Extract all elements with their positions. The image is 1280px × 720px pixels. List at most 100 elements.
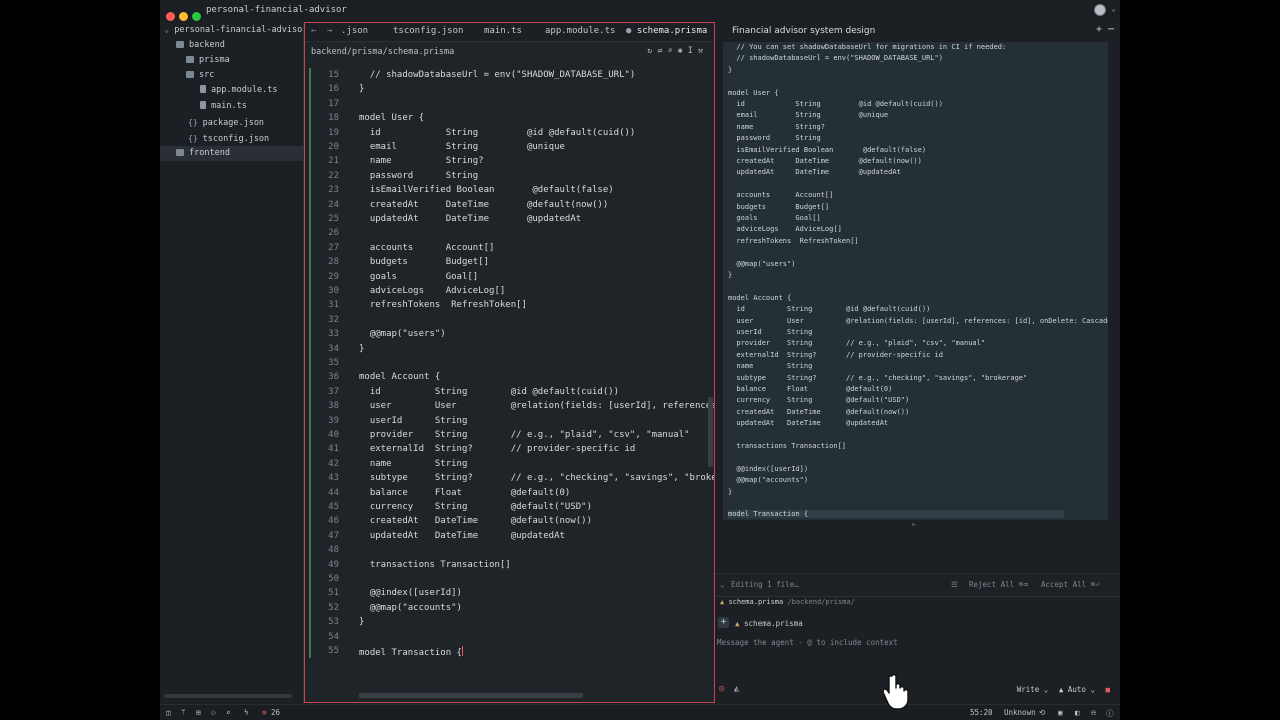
line-number: 16 — [328, 84, 339, 95]
chevron-down-icon[interactable]: ⌄ — [720, 580, 725, 589]
code-line: // shadowDatabaseUrl = env("SHADOW_DATAB… — [359, 70, 636, 80]
code-preview[interactable]: // You can set shadowDatabaseUrl for mig… — [723, 42, 1108, 520]
collapse-up-icon[interactable]: ⌃ — [911, 522, 916, 531]
new-chat-icon[interactable]: + — [1096, 24, 1102, 35]
tab-schema-prisma[interactable]: ● schema.prisma — [626, 26, 707, 36]
folder-icon — [186, 71, 194, 78]
edited-file[interactable]: ▲ schema.prisma /backend/prisma/ — [720, 598, 855, 606]
settings-icon[interactable]: ✱ — [678, 46, 688, 56]
code-line: refreshTokens RefreshToken[] — [359, 300, 527, 311]
back-arrow-icon[interactable]: ← — [311, 26, 316, 36]
account-icon[interactable] — [1094, 4, 1106, 16]
preview-line: transactions Transaction[] — [728, 442, 847, 450]
line-number: 15 — [328, 70, 339, 80]
split-icon[interactable]: ⇌ — [657, 46, 667, 56]
reject-all-button[interactable]: Reject All ⌘⌫ — [969, 580, 1028, 589]
refresh-icon[interactable]: ↻ — [647, 46, 657, 56]
editor-vertical-scrollbar[interactable] — [708, 397, 713, 467]
tree-item-frontend[interactable]: frontend — [160, 146, 303, 161]
help-icon[interactable]: ⓘ — [1106, 708, 1114, 719]
chevron-down-icon[interactable]: ⌄ — [1111, 4, 1116, 13]
preview-line: model User { — [728, 88, 779, 97]
maximize-window-button[interactable] — [192, 12, 201, 21]
cursor-position[interactable]: 55:20 — [970, 708, 993, 717]
line-number: 52 — [328, 602, 339, 613]
add-context-button[interactable]: + — [718, 617, 729, 628]
bell-icon[interactable]: ⍾ — [1091, 708, 1096, 718]
code-line: isEmailVerified Boolean @default(false) — [359, 185, 614, 196]
problems-indicator[interactable]: ⊗ 26 — [262, 708, 280, 717]
line-number: 37 — [328, 386, 339, 397]
forward-arrow-icon[interactable]: → — [327, 26, 332, 36]
code-line: } — [359, 84, 365, 95]
list-icon[interactable]: ☰ — [951, 580, 958, 589]
people-icon[interactable]: ⚇ — [211, 708, 216, 717]
code-line: user User @relation(fields: [userId], re… — [369, 401, 714, 412]
json-file-icon: {} — [188, 118, 198, 127]
tree-item-package-json[interactable]: {} package.json — [160, 115, 303, 130]
accept-all-button[interactable]: Accept All ⌘⏎ — [1041, 580, 1100, 589]
stop-button[interactable]: ■ — [1105, 685, 1110, 694]
code-line: currency String @default("USD") — [359, 502, 592, 512]
minimize-window-button[interactable] — [179, 12, 188, 21]
line-number: 33 — [328, 329, 339, 340]
folder-icon — [176, 149, 184, 156]
preview-line: name String — [728, 362, 813, 371]
close-window-button[interactable] — [166, 12, 175, 21]
tree-label: frontend — [189, 148, 230, 158]
search-icon[interactable]: ⌕ — [668, 46, 678, 56]
folder-icon — [176, 41, 184, 48]
code-line: @@map("users") — [359, 329, 446, 340]
extensions-icon[interactable]: ⊞ — [196, 708, 201, 717]
window-title: personal-financial-advisor — [206, 5, 347, 15]
sync-icon[interactable]: ⟲ — [1039, 708, 1045, 717]
message-input[interactable] — [717, 635, 1107, 649]
line-number: 28 — [328, 257, 339, 268]
code-line: updatedAt DateTime @updatedAt — [359, 214, 582, 224]
tab-tsconfig-json[interactable]: tsconfig.json — [393, 26, 463, 36]
panel-toggle-icon[interactable]: ◫ — [166, 708, 171, 717]
split-view-icon[interactable]: ◧ — [1075, 708, 1080, 717]
tree-item-backend[interactable]: backend — [160, 38, 303, 53]
preview-line: isEmailVerified Boolean @default(false) — [728, 145, 927, 154]
tree-item-src[interactable]: src — [160, 68, 303, 83]
line-number: 20 — [328, 142, 339, 152]
code-editor: ← → .json tsconfig.json main.ts app.modu… — [304, 22, 715, 703]
tree-item-app-module[interactable]: app.module.ts — [160, 83, 303, 98]
tab-json[interactable]: .json — [341, 26, 368, 36]
tab-main-ts[interactable]: main.ts — [484, 26, 522, 36]
preview-line: id String @id @default(cuid()) — [728, 100, 943, 108]
line-number: 19 — [328, 127, 339, 138]
tree-label: main.ts — [211, 101, 247, 111]
text-cursor-icon[interactable]: I — [688, 46, 698, 56]
mode-label: Write — [1016, 685, 1040, 694]
layout-icon[interactable]: ▣ — [1058, 708, 1063, 717]
image-icon[interactable]: ◭ — [734, 684, 739, 694]
more-options-icon[interactable]: ⋯ — [1108, 24, 1114, 35]
tab-label: schema.prisma — [636, 26, 708, 36]
preview-line: // shadowDatabaseUrl = env("SHADOW_DATAB… — [728, 54, 943, 63]
stop-icon[interactable]: ◎ — [719, 684, 724, 694]
git-branch-icon[interactable]: ᛘ — [181, 708, 186, 717]
prisma-file-icon: ● — [626, 26, 637, 36]
context-chip[interactable]: ▲ schema.prisma — [735, 619, 803, 628]
encoding[interactable]: Unknown — [1004, 708, 1036, 717]
tree-item-prisma[interactable]: prisma — [160, 53, 303, 68]
editor-horizontal-scrollbar[interactable] — [359, 693, 583, 698]
chevron-down-icon: ⌄ — [164, 25, 170, 35]
tab-app-module-ts[interactable]: app.module.ts — [545, 26, 615, 36]
tree-root[interactable]: ⌄ personal-financial-adviso — [160, 23, 307, 38]
search-icon[interactable]: ⌕ — [226, 708, 231, 717]
diff-gutter-marker — [309, 68, 311, 658]
model-select[interactable]: ▲ Auto ⌄ — [1059, 685, 1095, 694]
line-number: 48 — [328, 545, 339, 556]
lightning-icon[interactable]: ϟ — [244, 708, 249, 717]
code-line: name String? — [359, 156, 484, 167]
code-area[interactable]: 15 // shadowDatabaseUrl = env("SHADOW_DA… — [305, 68, 714, 658]
mode-select[interactable]: Write ⌄ — [1017, 685, 1049, 694]
tools-icon[interactable]: ⚒ — [698, 46, 708, 56]
sidebar-scrollbar[interactable] — [164, 694, 292, 698]
breadcrumb[interactable]: backend/prisma/schema.prisma — [311, 47, 454, 57]
tree-item-main[interactable]: main.ts — [160, 99, 303, 114]
tree-item-tsconfig-json[interactable]: {} tsconfig.json — [160, 131, 303, 146]
